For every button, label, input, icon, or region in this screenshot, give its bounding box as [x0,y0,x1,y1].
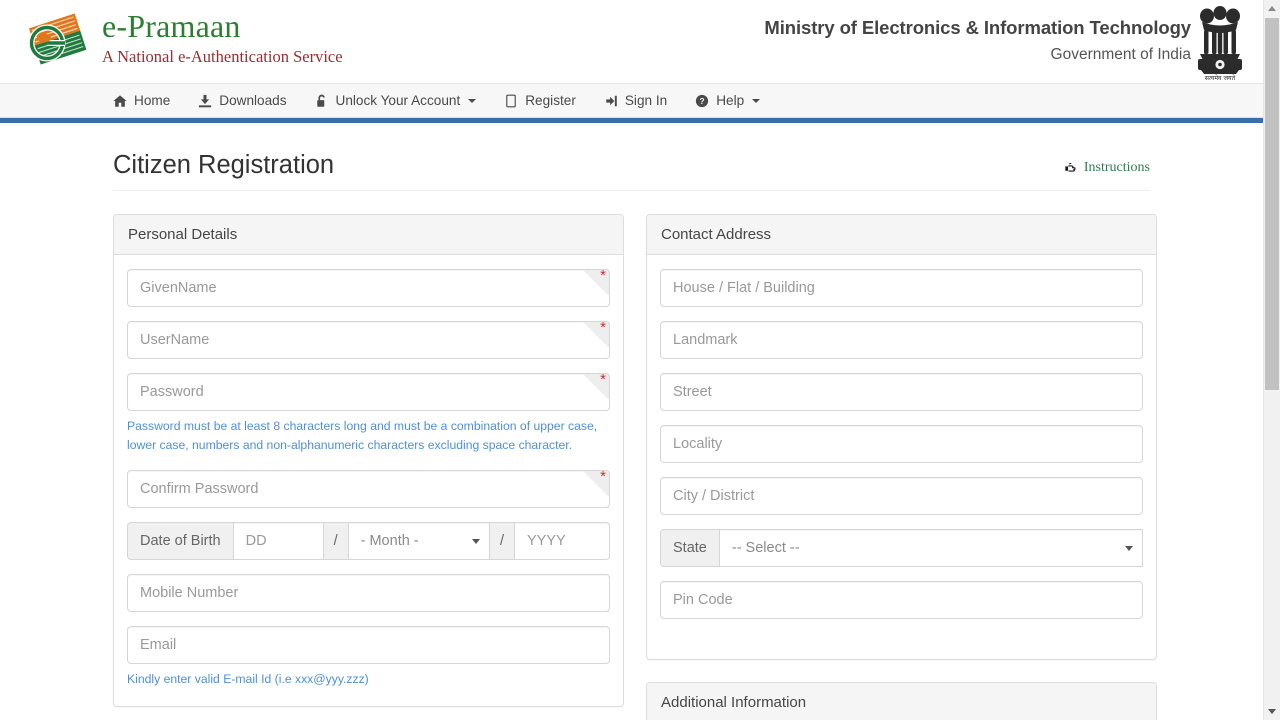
dob-month-wrapper: - Month - [349,522,490,560]
nav-label-sign-in: Sign In [625,93,667,108]
ministry-block: Ministry of Electronics & Information Te… [764,17,1191,64]
locality-input[interactable] [660,425,1143,463]
browser-viewport: e-Pramaan A National e-Authentication Se… [0,0,1280,720]
panel-personal-details: Personal Details * [113,214,624,707]
house-flat-building-input[interactable] [660,269,1143,307]
hand-point-right-icon [1064,161,1078,175]
state-select[interactable]: -- Select -- [720,529,1143,567]
street-input[interactable] [660,373,1143,411]
field-group-city-district [660,477,1143,515]
panel-bottom-spacer [660,633,1143,643]
nav-label-downloads: Downloads [219,93,286,108]
site-masthead: e-Pramaan A National e-Authentication Se… [0,0,1263,84]
mobile-number-input[interactable] [127,574,610,612]
sign-in-icon [604,94,618,108]
brand-subtitle: A National e-Authentication Service [102,47,343,67]
panel-contact-address: Contact Address [646,214,1157,660]
state-label: State [660,529,720,567]
nav-item-home[interactable]: Home [113,93,186,108]
instructions-link[interactable]: Instructions [1064,160,1150,179]
ashoka-emblem-icon: सत्यमेव जयते [1191,3,1249,81]
dob-separator-2: / [490,522,515,560]
page-scrollbar[interactable] [1263,0,1280,720]
field-group-given-name: * [127,269,610,307]
panels-grid: Personal Details * [113,191,1150,720]
triangle-down-icon [1268,709,1276,714]
panel-title-additional-information: Additional Information [647,683,1156,720]
page-title: Citizen Registration [113,153,334,179]
nav-item-register[interactable]: Register [504,93,592,108]
email-help-text: Kindly enter valid E-mail Id (i.e xxx@yy… [127,670,610,690]
brand-title: e-Pramaan [102,10,343,44]
city-district-input[interactable] [660,477,1143,515]
field-group-user-name: * [127,321,610,359]
password-input[interactable] [127,373,610,411]
confirm-password-input[interactable] [127,470,610,508]
e-pramaan-logo-icon [20,8,96,72]
page-root: e-Pramaan A National e-Authentication Se… [0,0,1263,720]
scrollbar-thumb[interactable] [1265,18,1279,390]
panel-additional-information: Additional Information [646,682,1157,720]
field-group-locality [660,425,1143,463]
field-group-confirm-password: * [127,470,610,508]
question-circle-icon: ? [695,94,709,108]
dob-separator-1: / [324,522,349,560]
form-icon [504,94,518,108]
panel-title-personal-details: Personal Details [114,215,623,255]
state-select-wrapper: -- Select -- [720,529,1143,567]
page-header: Citizen Registration Instructions [113,123,1150,191]
page-content: Citizen Registration Instructions Person… [0,123,1263,720]
field-group-house [660,269,1143,307]
nav-item-downloads[interactable]: Downloads [198,93,302,108]
field-group-email: Kindly enter valid E-mail Id (i.e xxx@yy… [127,626,610,690]
panel-body-personal-details: * * [114,255,623,706]
field-group-state: State -- Select -- [660,529,1143,567]
landmark-input[interactable] [660,321,1143,359]
left-column: Personal Details * [113,214,624,720]
instructions-label: Instructions [1084,160,1150,176]
email-input[interactable] [127,626,610,664]
nav-item-sign-in[interactable]: Sign In [604,93,683,108]
scrollbar-up-arrow[interactable] [1264,0,1280,17]
chevron-down-icon [468,99,476,103]
nav-label-help: Help [716,93,744,108]
password-help-text: Password must be at least 8 characters l… [127,417,610,457]
field-group-date-of-birth: Date of Birth / - Month - [127,522,610,560]
panel-title-contact-address: Contact Address [647,215,1156,255]
svg-text:?: ? [700,96,705,106]
user-name-input[interactable] [127,321,610,359]
pin-code-input[interactable] [660,581,1143,619]
nav-item-help[interactable]: ? Help [695,93,776,108]
home-icon [113,94,127,108]
brand-block[interactable]: e-Pramaan A National e-Authentication Se… [20,6,343,72]
right-column: Contact Address [646,214,1157,720]
dob-year-input[interactable] [515,522,610,560]
date-of-birth-group: Date of Birth / - Month - [127,522,610,560]
field-group-landmark [660,321,1143,359]
field-group-password: * Password must be at least 8 characters… [127,373,610,457]
nav-label-register: Register [525,93,576,108]
unlock-icon [315,94,329,108]
state-group: State -- Select -- [660,529,1143,567]
nav-label-home: Home [134,93,170,108]
emblem-motto: सत्यमेव जयते [1205,74,1236,81]
panel-body-contact-address: State -- Select -- [647,255,1156,659]
dob-month-select[interactable]: - Month - [349,522,490,560]
nav-label-unlock-your-account: Unlock Your Account [336,93,461,108]
given-name-input[interactable] [127,269,610,307]
brand-text-block: e-Pramaan A National e-Authentication Se… [102,6,343,67]
dob-day-input[interactable] [234,522,324,560]
main-navigation: Home Downloads Unlock Your Account [0,84,1263,118]
nav-item-unlock-your-account[interactable]: Unlock Your Account [315,93,493,108]
download-icon [198,94,212,108]
field-group-pin-code [660,581,1143,619]
government-name: Government of India [764,46,1191,64]
date-of-birth-label: Date of Birth [127,522,234,560]
triangle-up-icon [1268,6,1276,11]
ministry-name: Ministry of Electronics & Information Te… [764,17,1191,39]
chevron-down-icon [752,99,760,103]
field-group-mobile-number [127,574,610,612]
scrollbar-down-arrow[interactable] [1264,703,1280,720]
field-group-street [660,373,1143,411]
